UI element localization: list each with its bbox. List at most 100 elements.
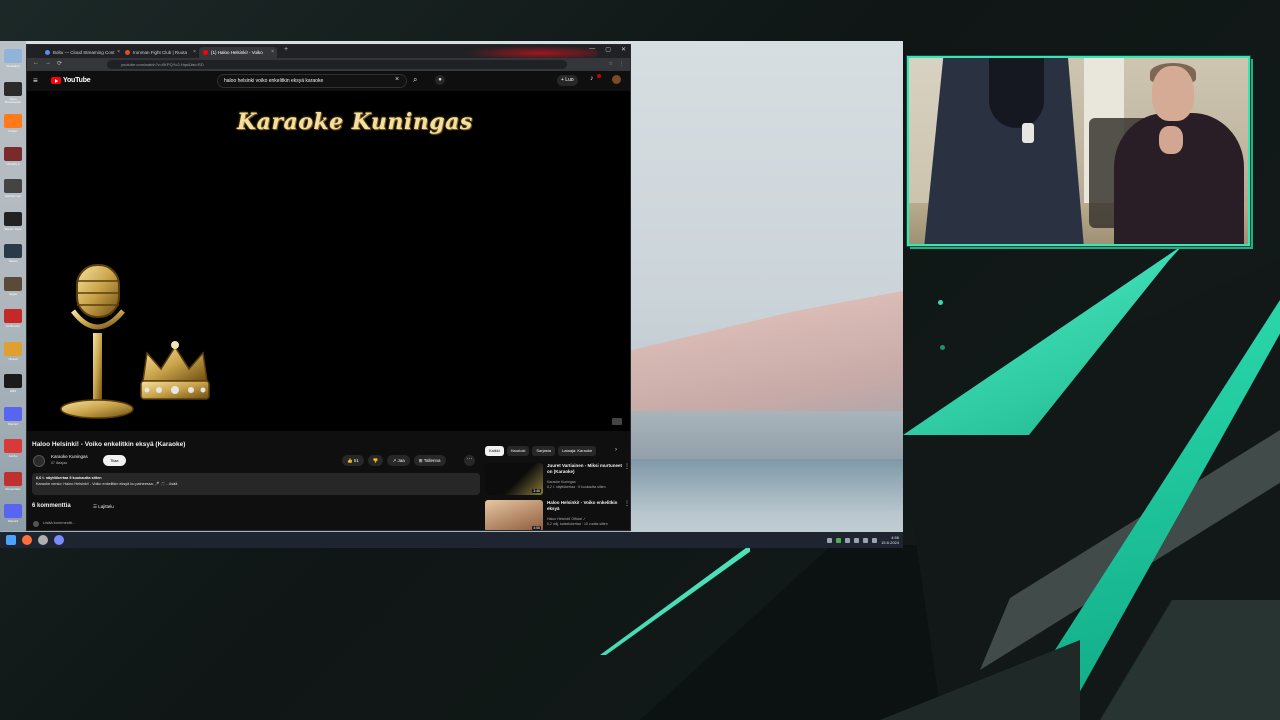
close-window-button[interactable]: ✕: [621, 46, 626, 53]
webcam-drink-can: [1022, 123, 1034, 143]
new-tab-button[interactable]: +: [284, 46, 288, 53]
webcam-feed: [907, 56, 1250, 246]
recommended-title[interactable]: Juuret Vartiainen - Miksi murtuneet on (…: [547, 463, 623, 474]
menu-icon[interactable]: ≡: [33, 76, 38, 85]
chip-series[interactable]: Sarjasta: [532, 446, 556, 456]
search-input[interactable]: haloo helsinki voiko enkelitkin eksyä ka…: [217, 74, 407, 88]
desktop-shortcut-icon[interactable]: [4, 341, 22, 356]
search-icon[interactable]: ⌕: [413, 75, 417, 85]
start-button[interactable]: [6, 535, 16, 545]
chevron-right-icon[interactable]: ›: [615, 447, 617, 453]
account-avatar[interactable]: [612, 75, 621, 84]
desktop-shortcut-icon[interactable]: [4, 114, 22, 128]
channel-name[interactable]: Karaoke Kuningas: [51, 454, 88, 459]
volume-icon[interactable]: [872, 537, 878, 543]
reload-button[interactable]: ⟳: [57, 60, 62, 67]
karaoke-kuningas-title: Karaoke Kuningas: [237, 109, 473, 135]
like-count: 51: [353, 458, 359, 463]
recommended-title[interactable]: Haloo Helsinki! - Voiko enkelitkin eksyä: [547, 500, 623, 511]
taskbar-app-icon[interactable]: [38, 535, 48, 545]
video-player[interactable]: Karaoke Kuningas: [27, 91, 630, 431]
tray-icon[interactable]: [827, 537, 833, 543]
more-vert-icon[interactable]: ⋮: [624, 463, 630, 470]
save-button[interactable]: ⊞ Tallenna: [413, 455, 446, 466]
tab-label: (1) Haloo Helsinki! - Voiko: [211, 50, 263, 55]
clear-search-icon[interactable]: ×: [395, 76, 399, 83]
recommended-channel: Karaoke Kuningas: [547, 480, 576, 484]
overlay-dot: [940, 345, 945, 350]
clock-date: 15.6.2024: [881, 540, 899, 545]
desktop-shortcut-label: OBS: [9, 389, 17, 393]
desktop-shortcut-icon[interactable]: [4, 309, 22, 323]
share-button[interactable]: ↗ Jaa: [387, 455, 410, 466]
bookmark-star-icon[interactable]: ☆: [609, 61, 613, 67]
browser-window: Boltu — Cloud Streaming Cont × Ironman F…: [26, 44, 631, 531]
notification-badge: [597, 74, 601, 78]
desktop-shortcut-label: Ubisoft: [8, 356, 18, 361]
tray-icon[interactable]: [836, 537, 842, 543]
desktop-shortcut-icon[interactable]: [4, 406, 22, 421]
channel-avatar[interactable]: [33, 455, 45, 467]
player-settings-icon[interactable]: [612, 418, 622, 425]
subscribe-button[interactable]: Tilaa: [103, 455, 126, 466]
tray-icon[interactable]: [854, 537, 860, 543]
recommended-thumbnail[interactable]: 4:06: [485, 500, 543, 530]
description-box[interactable]: 6,6 t. näyttökertaa 5 kuukautta sitten K…: [32, 473, 480, 495]
sort-comments-button[interactable]: ☰ Lajittelu: [93, 504, 114, 510]
browser-tab-0[interactable]: Boltu — Cloud Streaming Cont ×: [41, 47, 123, 58]
taskbar-app-icon[interactable]: [54, 535, 64, 545]
microphone-icon[interactable]: ●: [435, 75, 445, 85]
create-button[interactable]: + Luo: [557, 75, 578, 86]
more-vert-icon[interactable]: ⋮: [624, 500, 630, 507]
like-button[interactable]: 👍 51: [342, 455, 364, 466]
browser-menu-icon[interactable]: ⋮: [619, 61, 624, 67]
desktop-shortcut-icon[interactable]: [4, 179, 22, 193]
browser-tab-1[interactable]: Ironman Fight Club | Ruuta ×: [121, 47, 199, 58]
desktop-shortcut-icon[interactable]: [4, 146, 22, 161]
notifications-bell-icon[interactable]: ♪: [590, 75, 594, 82]
more-actions-button[interactable]: ···: [464, 455, 475, 466]
desktop-shortcut-label: Steam: [8, 259, 18, 263]
tab-close-icon[interactable]: ×: [117, 47, 120, 58]
maximize-button[interactable]: ▢: [605, 46, 611, 53]
desktop-shortcut-icon[interactable]: [4, 49, 22, 63]
taskbar-app-icon[interactable]: [22, 535, 32, 545]
tab-close-icon[interactable]: ×: [271, 47, 274, 58]
wifi-icon[interactable]: [863, 537, 869, 543]
dislike-button[interactable]: 👎: [367, 455, 384, 466]
recommended-video[interactable]: 3:46 Juuret Vartiainen - Miksi murtuneet…: [485, 463, 630, 497]
back-button[interactable]: ←: [33, 60, 39, 66]
desktop-shortcut-icon[interactable]: [4, 471, 22, 486]
youtube-logo[interactable]: YouTube: [51, 77, 91, 84]
desktop-shortcut-icon[interactable]: [4, 211, 22, 226]
recommendation-chips: Kaikki Haurioki Sarjasta Lataaja: Karaok…: [485, 446, 597, 456]
forward-button[interactable]: →: [45, 60, 51, 66]
desktop-shortcut-icon[interactable]: [4, 439, 22, 453]
minimize-button[interactable]: —: [589, 46, 595, 53]
webcam-tshirt: [989, 58, 1044, 128]
desktop-icon-column: Roskakori Open Broadcaster Firefox Chivalry…: [0, 41, 26, 531]
desktop-shortcut-icon[interactable]: [4, 276, 22, 291]
recommended-video[interactable]: 4:06 Haloo Helsinki! - Voiko enkelitkin …: [485, 500, 630, 530]
chip-all[interactable]: Kaikki: [485, 446, 504, 456]
desktop-shortcut-icon[interactable]: [4, 81, 22, 96]
webcam-hand: [1159, 126, 1183, 154]
desktop-shortcut-icon[interactable]: [4, 374, 22, 388]
golden-microphone-crown-graphic: [60, 264, 210, 419]
youtube-play-icon: [51, 77, 61, 84]
desktop-shortcut-label: Warhammer: [4, 194, 22, 198]
recommended-thumbnail[interactable]: 3:46: [485, 463, 543, 495]
taskbar-clock[interactable]: 4:56 15.6.2024: [881, 535, 899, 545]
url-text: youtube.com/watch?v=0KPQYc2-Hqs&list=RD: [121, 62, 204, 67]
add-comment-input[interactable]: Lisää kommentti...: [43, 520, 75, 525]
chip-uploader[interactable]: Lataaja: Karaoke: [558, 446, 597, 456]
desktop-shortcut-icon[interactable]: [4, 504, 22, 518]
desktop-shortcut-icon[interactable]: [4, 244, 22, 258]
tab-favicon-icon: [125, 50, 130, 55]
tray-icon[interactable]: [845, 537, 851, 543]
desktop-shortcut-label: Roskakori: [6, 64, 20, 68]
address-bar[interactable]: youtube.com/watch?v=0KPQYc2-Hqs&list=RD: [107, 60, 567, 69]
chip-search[interactable]: Haurioki: [506, 446, 530, 456]
tab-close-icon[interactable]: ×: [193, 47, 196, 58]
browser-tab-2[interactable]: (1) Haloo Helsinki! - Voiko ×: [199, 47, 277, 58]
